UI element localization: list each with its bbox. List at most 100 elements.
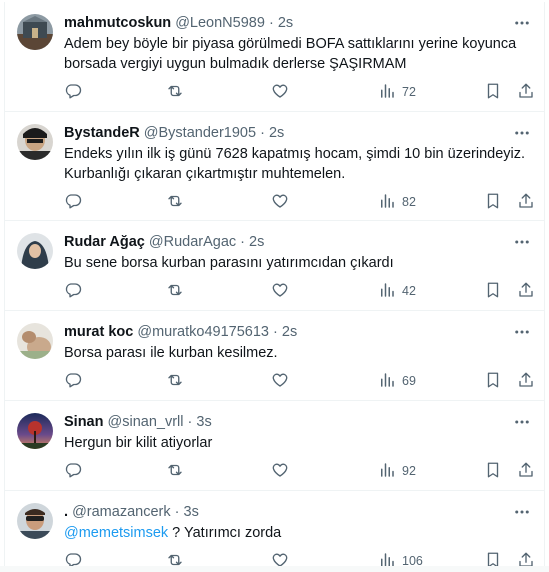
avatar[interactable] [17, 323, 53, 359]
bookmark-button[interactable] [484, 461, 502, 481]
more-horizontal-icon[interactable] [512, 503, 532, 521]
tweet[interactable]: BystandeR @Bystander1905 · 2s Endeks yıl… [5, 112, 544, 221]
reply-button[interactable] [64, 371, 82, 391]
like-button[interactable] [271, 461, 289, 481]
tweet[interactable]: Sinan @sinan_vrll · 3s Hergun bir kilit … [5, 401, 544, 491]
retweet-button[interactable] [166, 192, 184, 212]
heart-icon [271, 82, 289, 103]
reply-icon [64, 192, 82, 213]
tweet-header: Sinan @sinan_vrll · 3s [64, 413, 506, 431]
tweet[interactable]: . @ramazancerk · 3s @memetsimsek ? Yatır… [5, 491, 544, 570]
share-button[interactable] [517, 192, 535, 212]
tweet-header: murat koc @muratko49175613 · 2s [64, 323, 506, 341]
retweet-button[interactable] [166, 371, 184, 391]
views-count: 69 [402, 374, 416, 388]
more-horizontal-icon[interactable] [512, 233, 532, 251]
bookmark-button[interactable] [484, 192, 502, 212]
timestamp[interactable]: 2s [269, 125, 284, 141]
share-icon [517, 192, 535, 213]
avatar[interactable] [17, 413, 53, 449]
reply-icon [64, 82, 82, 103]
avatar[interactable] [17, 14, 53, 50]
user-handle[interactable]: @muratko49175613 [137, 324, 269, 340]
user-handle[interactable]: @LeonN5989 [175, 15, 265, 31]
avatar[interactable] [17, 503, 53, 539]
user-handle[interactable]: @sinan_vrll [108, 414, 184, 430]
bookmark-button[interactable] [484, 82, 502, 102]
display-name[interactable]: BystandeR [64, 125, 140, 141]
timestamp[interactable]: 2s [282, 324, 297, 340]
share-button[interactable] [517, 281, 535, 301]
display-name[interactable]: murat koc [64, 324, 133, 340]
reply-button[interactable] [64, 192, 82, 212]
timestamp[interactable]: 2s [249, 234, 264, 250]
tweet-text-body: ? Yatırımcı zorda [168, 525, 282, 541]
display-name[interactable]: mahmutcoskun [64, 15, 171, 31]
retweet-icon [166, 281, 184, 302]
heart-icon [271, 281, 289, 302]
views-button[interactable]: 42 [378, 281, 416, 301]
bookmark-icon [484, 281, 502, 302]
heart-icon [271, 461, 289, 482]
views-chart-icon [378, 82, 396, 103]
separator-dot: · [240, 234, 246, 250]
mention-link[interactable]: @memetsimsek [64, 525, 168, 541]
retweet-button[interactable] [166, 461, 184, 481]
user-handle[interactable]: @Bystander1905 [144, 125, 256, 141]
reply-button[interactable] [64, 461, 82, 481]
reply-button[interactable] [64, 281, 82, 301]
tweet-actions: 72 [64, 82, 540, 102]
tweet-text: Hergun bir kilit atiyorlar [64, 435, 213, 451]
display-name[interactable]: Sinan [64, 414, 103, 430]
tweet[interactable]: mahmutcoskun @LeonN5989 · 2s Adem bey bö… [5, 2, 544, 112]
tweet-header: Rudar Ağaç @RudarAgac · 2s [64, 233, 506, 251]
display-name[interactable]: Rudar Ağaç [64, 234, 145, 250]
tweet[interactable]: Rudar Ağaç @RudarAgac · 2s Bu sene borsa… [5, 221, 544, 311]
tweet-header: BystandeR @Bystander1905 · 2s [64, 124, 506, 142]
views-button[interactable]: 82 [378, 192, 416, 212]
bookmark-button[interactable] [484, 281, 502, 301]
timestamp[interactable]: 3s [184, 504, 199, 520]
avatar[interactable] [17, 233, 53, 269]
share-button[interactable] [517, 82, 535, 102]
tweet-text: @memetsimsek ? Yatırımcı zorda [64, 524, 532, 544]
retweet-button[interactable] [166, 281, 184, 301]
views-button[interactable]: 72 [378, 82, 416, 102]
tweet-actions: 69 [64, 371, 540, 391]
bottom-edge [0, 566, 549, 572]
tweet-text: Endeks yılın ilk iş günü 7628 kapatmış h… [64, 146, 526, 182]
like-button[interactable] [271, 82, 289, 102]
share-button[interactable] [517, 371, 535, 391]
like-button[interactable] [271, 281, 289, 301]
views-count: 42 [402, 284, 416, 298]
tweet-actions: 92 [64, 461, 540, 481]
tweet-text: Adem bey böyle bir piyasa görülmedi BOFA… [64, 36, 517, 72]
timeline: mahmutcoskun @LeonN5989 · 2s Adem bey bö… [4, 2, 545, 570]
like-button[interactable] [271, 192, 289, 212]
timestamp[interactable]: 3s [196, 414, 211, 430]
user-handle[interactable]: @ramazancerk [72, 504, 171, 520]
views-count: 72 [402, 85, 416, 99]
share-button[interactable] [517, 461, 535, 481]
tweet[interactable]: murat koc @muratko49175613 · 2s Borsa pa… [5, 311, 544, 401]
retweet-icon [166, 461, 184, 482]
views-chart-icon [378, 371, 396, 392]
retweet-button[interactable] [166, 82, 184, 102]
avatar[interactable] [17, 124, 53, 160]
bookmark-icon [484, 192, 502, 213]
more-horizontal-icon[interactable] [512, 124, 532, 142]
more-horizontal-icon[interactable] [512, 413, 532, 431]
more-horizontal-icon[interactable] [512, 14, 532, 32]
like-button[interactable] [271, 371, 289, 391]
views-button[interactable]: 69 [378, 371, 416, 391]
views-count: 92 [402, 464, 416, 478]
display-name[interactable]: . [64, 504, 68, 520]
views-button[interactable]: 92 [378, 461, 416, 481]
reply-button[interactable] [64, 82, 82, 102]
bookmark-button[interactable] [484, 371, 502, 391]
timestamp[interactable]: 2s [278, 15, 293, 31]
user-handle[interactable]: @RudarAgac [149, 234, 236, 250]
more-horizontal-icon[interactable] [512, 323, 532, 341]
share-icon [517, 281, 535, 302]
tweet-header: . @ramazancerk · 3s [64, 503, 506, 521]
